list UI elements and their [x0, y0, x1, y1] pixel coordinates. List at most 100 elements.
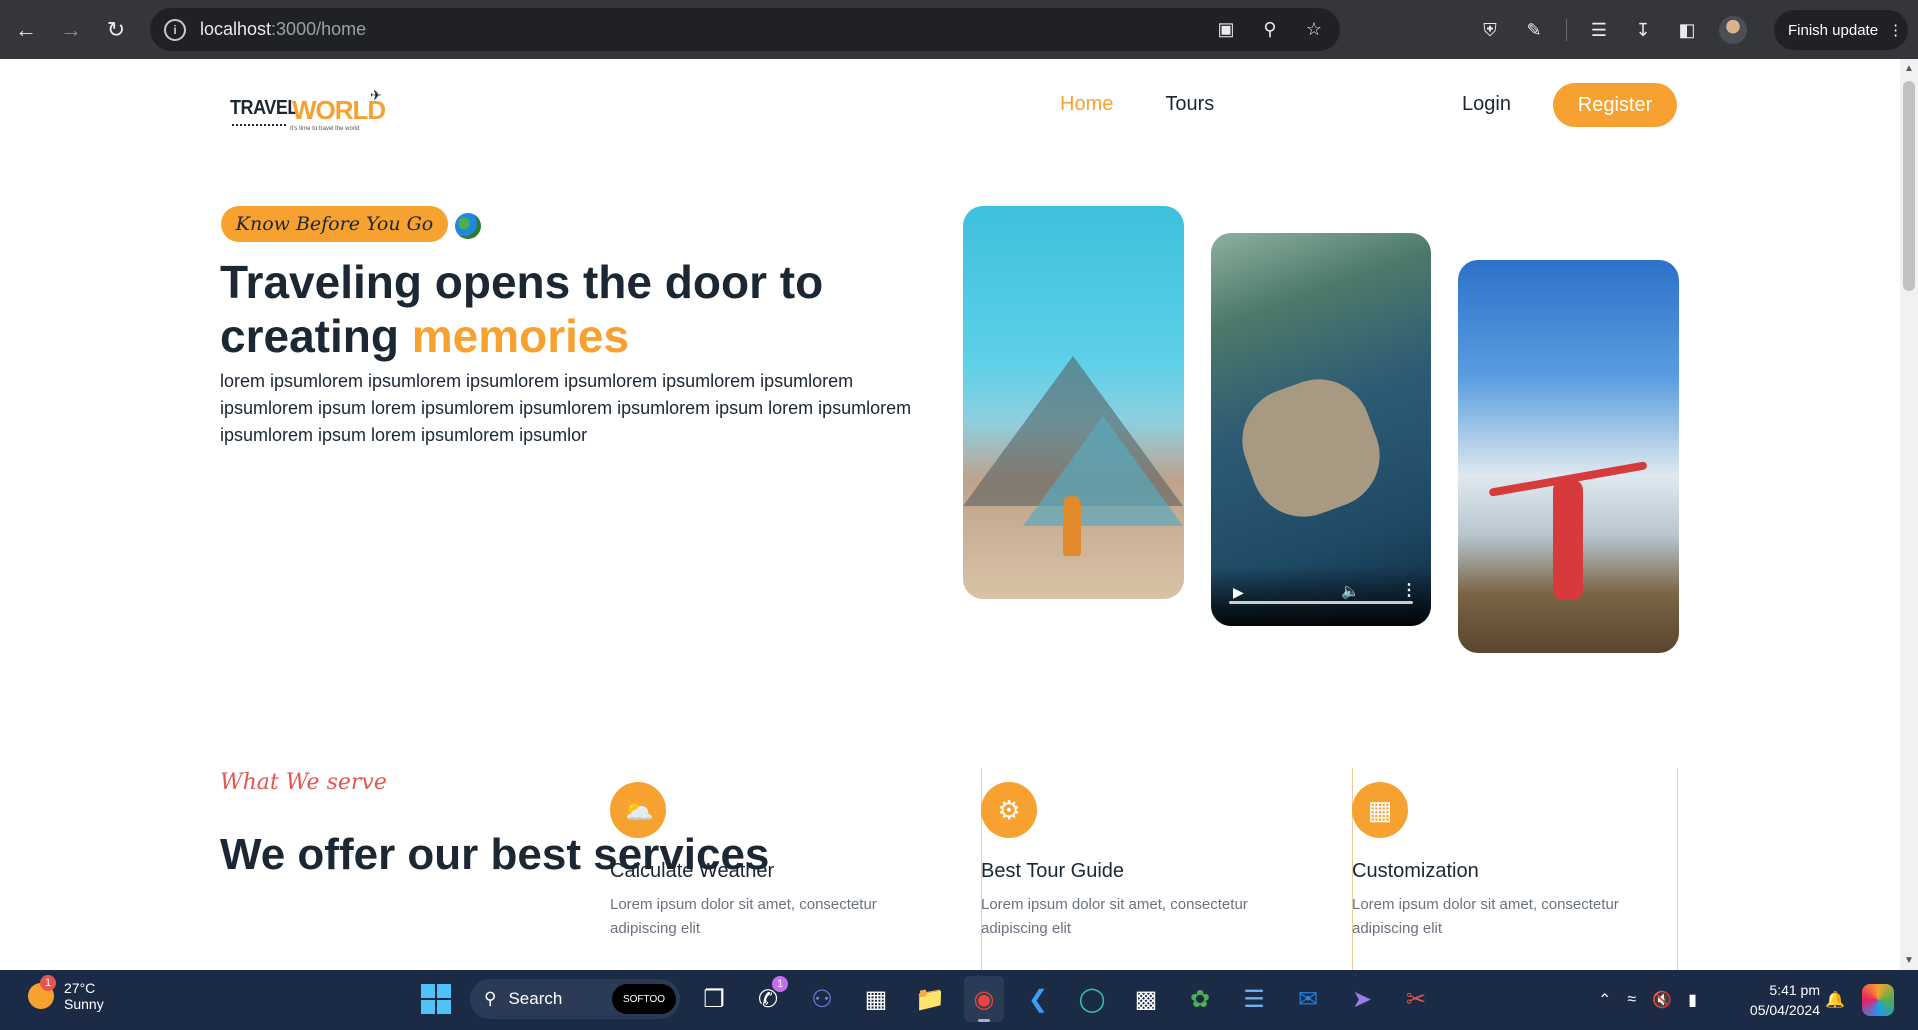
whatsapp-badge: 1 [772, 976, 788, 992]
shield-extension-icon[interactable]: ⛨ [1478, 18, 1502, 42]
terminal-icon[interactable]: ▩ [1126, 976, 1166, 1022]
whatsapp-icon[interactable]: ✆ 1 [748, 976, 788, 1022]
url-text[interactable]: localhost:3000/home [200, 19, 366, 40]
address-bar[interactable]: i localhost:3000/home ▣ ⚲ ☆ [150, 8, 1340, 51]
guide-icon: ⚙ [981, 782, 1037, 838]
browser-toolbar: ← → ↻ i localhost:3000/home ▣ ⚲ ☆ ⛨ ✎ ☰ … [0, 0, 1918, 59]
login-link[interactable]: Login [1462, 93, 1511, 116]
register-button[interactable]: Register [1553, 83, 1677, 127]
reload-button[interactable]: ↻ [97, 11, 135, 49]
know-before-badge: Know Before You Go [221, 206, 448, 242]
nav-home-link[interactable]: Home [1060, 93, 1113, 116]
chevron-up-icon[interactable]: ⌃ [1598, 990, 1611, 1010]
store-icon[interactable]: ▦ [856, 976, 896, 1022]
play-icon[interactable]: ▶ [1233, 584, 1244, 601]
weather-badge: 1 [40, 975, 56, 991]
scroll-up-icon[interactable]: ▲ [1904, 63, 1914, 74]
file-explorer-icon[interactable]: 📁 [910, 976, 950, 1022]
edge-icon[interactable]: ◯ [1072, 976, 1112, 1022]
finish-update-label: Finish update [1788, 21, 1879, 39]
logo-dotted-line [232, 124, 286, 126]
main-nav: Home Tours [1060, 93, 1214, 116]
task-view-icon[interactable]: ❐ [694, 976, 734, 1022]
service-title: Calculate Weather [610, 860, 775, 882]
windows-logo-icon [421, 984, 451, 1014]
clock-date: 05/04/2024 [1749, 1002, 1820, 1018]
video-more-icon[interactable]: ⋮ [1401, 580, 1417, 600]
service-text: Lorem ipsum dolor sit amet, consectetur … [610, 896, 877, 937]
scrollbar-thumb[interactable] [1903, 81, 1915, 291]
service-text: Lorem ipsum dolor sit amet, consectetur … [981, 896, 1248, 937]
bookmark-star-icon[interactable]: ☆ [1302, 18, 1326, 42]
profile-avatar[interactable] [1719, 16, 1747, 44]
traveler-figure [1063, 496, 1081, 556]
globe-icon [455, 213, 481, 239]
service-card-weather: ⛅ Calculate Weather Lorem ipsum dolor si… [610, 768, 982, 970]
outlook-icon[interactable]: ✉ [1288, 976, 1328, 1022]
system-tray: ⌃ ≈ 🔇 ▮ [1598, 970, 1697, 1030]
forward-button[interactable]: → [52, 11, 90, 49]
nav-tours-link[interactable]: Tours [1165, 93, 1214, 116]
service-title: Best Tour Guide [981, 860, 1125, 882]
extensions-puzzle-icon[interactable]: ✎ [1522, 18, 1546, 42]
windows-taskbar: 1 27°C Sunny ⚲ Search SOFTOO ❐ ✆ 1 ⚇ ▦ 📁 … [0, 970, 1918, 1030]
speaker-muted-icon[interactable]: 🔇 [1652, 990, 1672, 1010]
hiker-figure [1553, 480, 1583, 600]
scroll-down-icon[interactable]: ▼ [1904, 955, 1914, 966]
teams-icon[interactable]: ⚇ [802, 976, 842, 1022]
mongodb-icon[interactable]: ✿ [1180, 976, 1220, 1022]
services-subtitle: What We serve [220, 770, 387, 795]
taskbar-search[interactable]: ⚲ Search SOFTOO [470, 979, 680, 1019]
hero-title: Traveling opens the door to creating mem… [220, 255, 860, 363]
more-menu-icon: ⋮ [1888, 22, 1904, 39]
logo-tagline: It's time to travel the world [290, 126, 360, 132]
customization-icon: ▦ [1352, 782, 1408, 838]
url-path: :3000/home [271, 19, 367, 39]
service-text: Lorem ipsum dolor sit amet, consectetur … [1352, 896, 1619, 937]
hero-title-accent: memories [411, 310, 630, 362]
hero-image-louvre [963, 206, 1184, 599]
finish-update-button[interactable]: Finish update ⋮ [1774, 10, 1908, 50]
page-content: TRAVEL WORLD ✈ It's time to travel the w… [0, 59, 1900, 970]
taskbar-clock[interactable]: 5:41 pm 05/04/2024 [1740, 980, 1820, 1020]
chrome-icon[interactable]: ◉ [964, 976, 1004, 1022]
copilot-icon[interactable] [1862, 984, 1894, 1016]
vscode-icon[interactable]: ❮ [1018, 976, 1058, 1022]
hero-description: lorem ipsumlorem ipsumlorem ipsumlorem i… [220, 371, 912, 445]
hero-image-hiker [1458, 260, 1679, 653]
service-card-customization: ▦ Customization Lorem ipsum dolor sit am… [1352, 768, 1678, 970]
search-label: Search [508, 989, 563, 1008]
volume-icon[interactable]: 🔈 [1341, 582, 1360, 600]
toolbar-separator [1566, 19, 1567, 41]
page-scrollbar[interactable]: ▲ ▼ [1900, 59, 1918, 970]
active-indicator [978, 1019, 990, 1022]
sun-icon: 1 [28, 975, 56, 1009]
weather-icon: ⛅ [610, 782, 666, 838]
service-card-guide: ⚙ Best Tour Guide Lorem ipsum dolor sit … [981, 768, 1353, 970]
video-controls: ▶ 🔈 ⋮ [1211, 566, 1431, 626]
fortress-island-shape [1227, 364, 1395, 532]
power-automate-icon[interactable]: ➤ [1342, 976, 1382, 1022]
weather-widget[interactable]: 1 27°C Sunny [28, 975, 104, 1012]
side-panel-icon[interactable]: ◧ [1675, 18, 1699, 42]
site-logo[interactable]: TRAVEL WORLD ✈ It's time to travel the w… [230, 85, 390, 135]
install-app-icon[interactable]: ▣ [1214, 18, 1238, 42]
media-queue-icon[interactable]: ☰ [1587, 18, 1611, 42]
snipping-tool-icon[interactable]: ✂ [1396, 976, 1436, 1022]
start-button[interactable] [416, 976, 456, 1022]
hero-video[interactable]: ▶ 🔈 ⋮ [1211, 233, 1431, 626]
site-info-icon[interactable]: i [164, 18, 186, 41]
softoo-badge: SOFTOO [612, 984, 676, 1014]
notification-bell-icon[interactable]: 🔔 [1825, 990, 1845, 1010]
download-icon[interactable]: ↧ [1631, 18, 1655, 42]
url-host: localhost [200, 19, 272, 39]
zoom-icon[interactable]: ⚲ [1258, 18, 1282, 42]
weather-temp: 27°C [64, 980, 96, 996]
battery-icon[interactable]: ▮ [1688, 990, 1697, 1010]
plane-icon: ✈ [370, 87, 382, 103]
service-title: Customization [1352, 860, 1479, 882]
notepad-icon[interactable]: ☰ [1234, 976, 1274, 1022]
video-progress-bar[interactable] [1229, 601, 1413, 604]
wifi-icon[interactable]: ≈ [1627, 991, 1636, 1009]
back-button[interactable]: ← [7, 11, 45, 49]
